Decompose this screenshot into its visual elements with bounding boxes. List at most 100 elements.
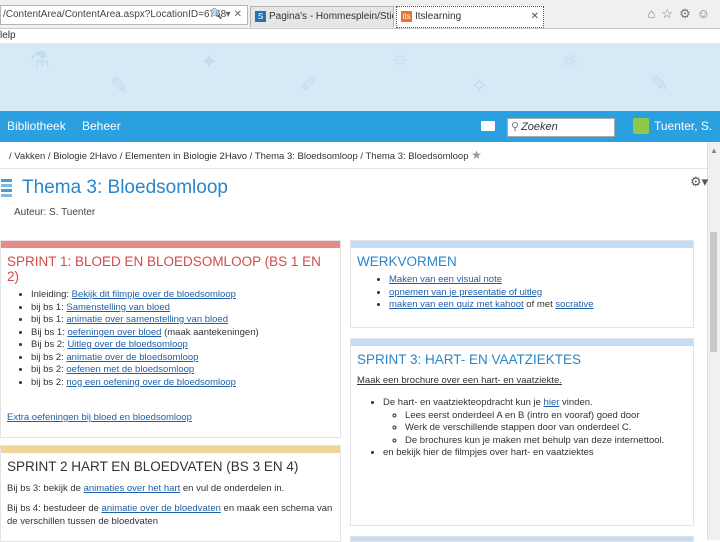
- author: Auteur: S. Tuenter: [14, 207, 96, 218]
- tab-label: Itslearning: [415, 11, 462, 22]
- list-item: Lees eerst onderdeel A en B (intro en vo…: [405, 410, 693, 423]
- sprint3-heading: SPRINT 3: HART- EN VAATZIEKTES: [357, 352, 582, 367]
- page-title: Thema 3: Bloedsomloop: [22, 177, 228, 198]
- address-bar-icons[interactable]: 🔍▾✕: [210, 6, 245, 24]
- link[interactable]: oefeningen over bloed: [67, 327, 161, 338]
- link[interactable]: Bekijk dit filmpje over de bloedsomloop: [72, 289, 236, 300]
- werkvormen-list: Maken van een visual note opnemen van je…: [351, 274, 693, 312]
- sprint3-card: SPRINT 3: HART- EN VAATZIEKTES Maak een …: [350, 338, 694, 526]
- nav-beheer[interactable]: Beheer: [82, 119, 121, 133]
- list-item: bij bs 1: Samenstelling van bloed: [31, 302, 340, 315]
- tab-label: Pagina's - Hommesplein/Stichti...: [269, 11, 393, 22]
- settings-icon[interactable]: ⚙: [679, 6, 697, 21]
- favorites-icon[interactable]: ☆: [661, 6, 679, 21]
- card-color-bar: [351, 339, 693, 346]
- breadcrumb-separator: /: [47, 151, 51, 162]
- sprint2-line1: Bij bs 3: bekijk de animaties over het h…: [7, 483, 285, 494]
- itslearning-icon: its: [401, 10, 412, 22]
- extra-exercises-link[interactable]: Extra oefeningen bij bloed en bloedsomlo…: [7, 412, 192, 423]
- list-item: Bij bs 1: oefeningen over bloed (maak aa…: [31, 327, 340, 340]
- sprint3-sublist: Lees eerst onderdeel A en B (intro en vo…: [383, 410, 693, 448]
- list-item: bij bs 1: animatie over samenstelling va…: [31, 314, 340, 327]
- sprint1-list: Inleiding: Bekijk dit filmpje over de bl…: [1, 289, 340, 389]
- breadcrumb-item[interactable]: Thema 3: Bloedsomloop: [255, 151, 358, 162]
- scroll-up-icon[interactable]: ▲: [710, 146, 718, 155]
- sharepoint-icon: S: [255, 10, 266, 22]
- breadcrumb-item[interactable]: Vakken: [14, 151, 45, 162]
- course-plan-icon: [1, 179, 12, 197]
- breadcrumb-current: Thema 3: Bloedsomloop: [365, 151, 469, 162]
- breadcrumb-separator: /: [360, 151, 364, 162]
- user-name[interactable]: Tuenter, S.: [654, 119, 712, 133]
- breadcrumb-separator: /: [119, 151, 123, 162]
- list-item: Maken van een visual note: [389, 274, 693, 287]
- breadcrumb: / Vakken / Biologie 2Havo / Elementen in…: [0, 142, 720, 169]
- link[interactable]: oefenen met de bloedsomloop: [66, 364, 194, 375]
- link[interactable]: maken van een quiz met kahoot: [389, 299, 524, 310]
- list-item: en bekijk hier de filmpjes over hart- en…: [383, 447, 693, 460]
- list-item: bij bs 2: oefenen met de bloedsomloop: [31, 364, 340, 377]
- list-item: maken van een quiz met kahoot of met soc…: [389, 299, 693, 312]
- werkvormen-card: WERKVORMEN Maken van een visual note opn…: [350, 240, 694, 328]
- list-item: bij bs 2: nog een oefening over de bloed…: [31, 377, 340, 390]
- header-banner: ⚗ ✎ ✦ ✐ ☼ ✧ ⚛ ✎: [0, 43, 720, 111]
- link[interactable]: Samenstelling van bloed: [66, 302, 170, 313]
- link[interactable]: animatie over de bloedvaten: [102, 503, 221, 514]
- breadcrumb-separator: /: [9, 151, 12, 162]
- gear-icon[interactable]: ⚙▾: [690, 174, 708, 190]
- sprint3-intro: Maak een brochure over een hart- en vaat…: [357, 375, 562, 386]
- browser-actions: ⌂☆⚙☺: [648, 6, 716, 22]
- menu-help[interactable]: lelp: [0, 30, 16, 41]
- list-item: Werk de verschillende stappen door van o…: [405, 422, 693, 435]
- browser-tab-itslearning[interactable]: its Itslearning ✕: [396, 6, 544, 28]
- address-bar[interactable]: /ContentArea/ContentArea.aspx?LocationID…: [0, 5, 248, 25]
- list-item: Bij bs 2: Uitleg over de bloedsomloop: [31, 339, 340, 352]
- sprint2-heading: SPRINT 2 HART EN BLOEDVATEN (BS 3 EN 4): [7, 459, 299, 474]
- browser-tab-paginas[interactable]: SPagina's - Hommesplein/Stichti...: [250, 6, 394, 27]
- link[interactable]: nog een oefening over de bloedsomloop: [66, 377, 236, 388]
- extra-exercises-paragraph: Extra oefeningen bij bloed en bloedsomlo…: [1, 411, 340, 424]
- breadcrumb-item[interactable]: Biologie 2Havo: [53, 151, 117, 162]
- link[interactable]: Uitleg over de bloedsomloop: [67, 339, 187, 350]
- nav-bibliotheek[interactable]: Bibliotheek: [7, 119, 66, 133]
- browser-toolbar: /ContentArea/ContentArea.aspx?LocationID…: [0, 0, 720, 29]
- search-icon: ⚲: [511, 121, 520, 133]
- sprint2-card: SPRINT 2 HART EN BLOEDVATEN (BS 3 EN 4) …: [0, 445, 341, 542]
- list-item: bij bs 2: animatie over de bloedsomloop: [31, 352, 340, 365]
- search-input[interactable]: ⚲ Zoeken: [507, 118, 615, 137]
- top-navigation: Bibliotheek Beheer ⚲ Zoeken Tuenter, S.: [0, 111, 720, 142]
- list-item: De brochures kun je maken met behulp van…: [405, 435, 693, 448]
- search-placeholder: Zoeken: [521, 121, 558, 133]
- link[interactable]: hier: [544, 397, 560, 408]
- link[interactable]: animaties over het hart: [84, 483, 181, 494]
- scrollbar-thumb[interactable]: [710, 232, 717, 352]
- link[interactable]: animatie over samenstelling van bloed: [66, 314, 228, 325]
- breadcrumb-separator: /: [249, 151, 253, 162]
- card-color-bar: [1, 241, 340, 248]
- list-item: Inleiding: Bekijk dit filmpje over de bl…: [31, 289, 340, 302]
- werkvormen-heading: WERKVORMEN: [357, 254, 457, 269]
- favorite-star-icon[interactable]: ★: [471, 148, 482, 162]
- sprint1-card: SPRINT 1: BLOED EN BLOEDSOMLOOP (BS 1 EN…: [0, 240, 341, 438]
- sprint2-line2: Bij bs 4: bestudeer de animatie over de …: [7, 503, 333, 527]
- link[interactable]: opnemen van je presentatie of uitleg: [389, 287, 542, 298]
- sprint3-list: De hart- en vaatziekteopdracht kun je hi…: [351, 397, 693, 460]
- link[interactable]: socrative: [555, 299, 593, 310]
- list-item: De hart- en vaatziekteopdracht kun je hi…: [383, 397, 693, 447]
- close-tab-icon[interactable]: ✕: [531, 7, 539, 27]
- scrollbar[interactable]: ▲: [707, 142, 720, 540]
- card-color-bar: [351, 241, 693, 248]
- address-url: /ContentArea/ContentArea.aspx?LocationID…: [3, 9, 227, 20]
- link[interactable]: Maken van een visual note: [389, 274, 502, 285]
- avatar[interactable]: [633, 118, 649, 134]
- card-color-bar: [1, 446, 340, 453]
- breadcrumb-item[interactable]: Elementen in Biologie 2Havo: [125, 151, 247, 162]
- menu-bar: lelp: [0, 29, 720, 43]
- smiley-icon[interactable]: ☺: [697, 6, 716, 21]
- list-item: opnemen van je presentatie of uitleg: [389, 287, 693, 300]
- mail-icon[interactable]: [481, 121, 495, 131]
- home-icon[interactable]: ⌂: [648, 6, 662, 21]
- next-card: [350, 536, 694, 542]
- link[interactable]: animatie over de bloedsomloop: [66, 352, 198, 363]
- sprint1-heading: SPRINT 1: BLOED EN BLOEDSOMLOOP (BS 1 EN…: [7, 254, 321, 284]
